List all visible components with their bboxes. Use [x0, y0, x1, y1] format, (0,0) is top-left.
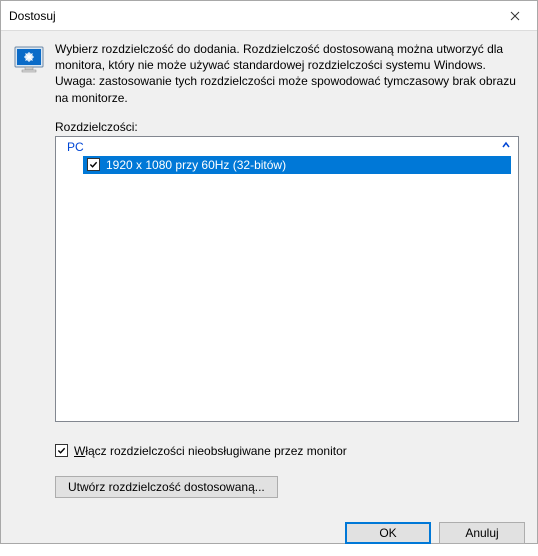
- resolutions-label: Rozdzielczości:: [55, 120, 525, 134]
- group-header[interactable]: PC: [57, 138, 517, 156]
- close-button[interactable]: [492, 1, 537, 30]
- dialog-footer: OK Anuluj: [1, 510, 537, 556]
- ok-button[interactable]: OK: [345, 522, 431, 544]
- resolution-label: 1920 x 1080 przy 60Hz (32-bitów): [106, 158, 507, 172]
- enable-unsupported-label: Włącz rozdzielczości nieobsługiwane prze…: [74, 444, 347, 458]
- resolution-checkbox[interactable]: [87, 158, 100, 171]
- enable-unsupported-row[interactable]: Włącz rozdzielczości nieobsługiwane prze…: [55, 444, 525, 458]
- description-text: Wybierz rozdzielczość do dodania. Rozdzi…: [55, 41, 525, 106]
- resolutions-listbox[interactable]: PC 1920 x 1080 przy 60Hz (32-bitów): [55, 136, 519, 422]
- cancel-button[interactable]: Anuluj: [439, 522, 525, 544]
- customize-dialog: Dostosuj Wybierz rozdzielczość do dodani…: [0, 0, 538, 544]
- monitor-icon: [13, 43, 45, 75]
- check-icon: [57, 446, 66, 455]
- options-area: Włącz rozdzielczości nieobsługiwane prze…: [55, 444, 525, 498]
- content-area: Wybierz rozdzielczość do dodania. Rozdzi…: [1, 31, 537, 510]
- enable-unsupported-checkbox[interactable]: [55, 444, 68, 457]
- titlebar: Dostosuj: [1, 1, 537, 31]
- collapse-icon: [501, 140, 511, 153]
- resolution-item[interactable]: 1920 x 1080 przy 60Hz (32-bitów): [83, 156, 511, 174]
- create-custom-resolution-button[interactable]: Utwórz rozdzielczość dostosowaną...: [55, 476, 278, 498]
- check-icon: [89, 160, 98, 169]
- create-button-label: Utwórz rozdzielczość dostosowaną...: [68, 480, 265, 494]
- window-title: Dostosuj: [9, 9, 56, 23]
- close-icon: [510, 11, 520, 21]
- description-row: Wybierz rozdzielczość do dodania. Rozdzi…: [13, 41, 525, 106]
- group-label: PC: [67, 140, 84, 154]
